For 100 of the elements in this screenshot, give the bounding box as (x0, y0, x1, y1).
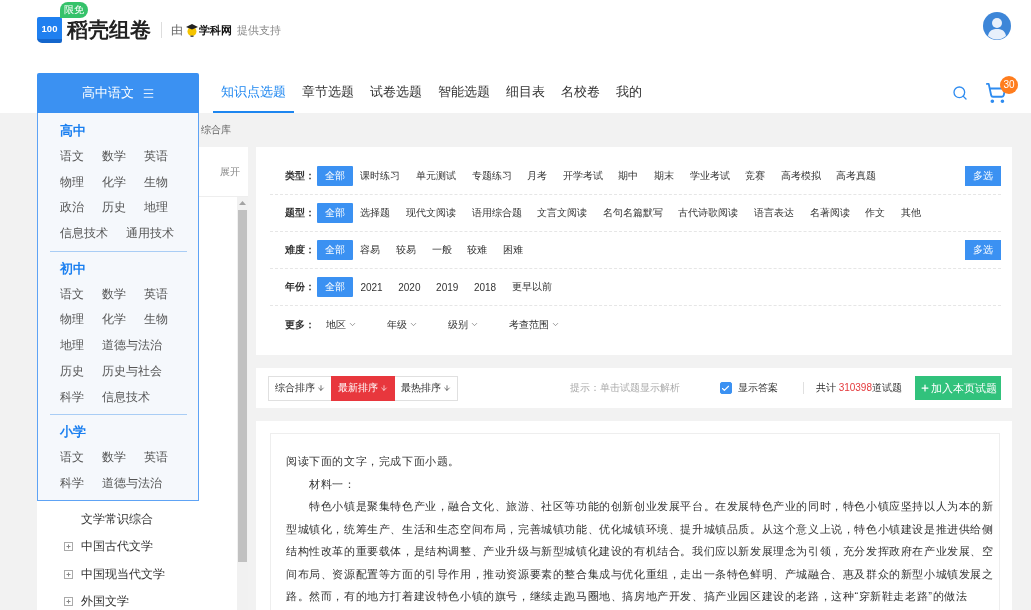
filter-option[interactable]: 2019 (428, 277, 467, 297)
nav-tab[interactable]: 名校卷 (553, 73, 608, 113)
tree-item[interactable]: 文学常识综合 (81, 511, 153, 527)
material-title: 材料一： (308, 476, 357, 492)
subject-link[interactable]: 道德与法治 (102, 470, 162, 497)
plus-icon (919, 383, 930, 393)
menu-section-title: 高中 (60, 122, 86, 140)
filter-option[interactable]: 较难 (459, 240, 495, 260)
plus-square-icon[interactable] (64, 542, 73, 551)
filter-option[interactable]: 月考 (519, 166, 555, 186)
filter-option[interactable]: 容易 (352, 240, 389, 260)
filter-option[interactable]: 2018 (466, 277, 504, 297)
filter-option[interactable]: 单元测试 (408, 166, 464, 186)
show-answer-label[interactable]: 显示答案 (737, 381, 778, 395)
bulb-icon (186, 23, 198, 37)
filter-label: 类型： (285, 169, 315, 183)
filter-option[interactable]: 现代文阅读 (398, 203, 464, 223)
subject-link[interactable]: 地理 (144, 195, 168, 221)
scroll-up-arrow-icon[interactable] (239, 201, 246, 205)
subject-link[interactable]: 信息技术 (102, 384, 150, 411)
search-icon[interactable] (952, 85, 968, 101)
nav-tab[interactable]: 细目表 (498, 73, 553, 113)
nav-tab[interactable]: 知识点选题 (213, 73, 294, 113)
subject-link[interactable]: 生物 (144, 307, 168, 333)
expand-toggle[interactable]: 展开 (220, 164, 240, 179)
filter-option[interactable]: 专题练习 (463, 166, 520, 186)
filter-option[interactable]: 一般 (423, 240, 460, 260)
plus-square-icon[interactable] (64, 569, 73, 579)
filter-dropdown[interactable]: 年级 (387, 317, 418, 332)
subject-link[interactable]: 数学 (102, 281, 126, 308)
subject-link[interactable]: 化学 (102, 307, 126, 333)
filter-option[interactable]: 文言文阅读 (529, 203, 595, 223)
filter-label: 年份： (285, 280, 315, 294)
filter-option[interactable]: 学业考试 (681, 166, 738, 186)
filter-dropdown[interactable]: 级别 (448, 317, 479, 332)
sort-button[interactable]: 综合排序 (268, 375, 332, 401)
filter-option[interactable]: 困难 (494, 240, 531, 260)
filter-option[interactable]: 语言表达 (746, 203, 802, 223)
filter-option[interactable]: 2021 (352, 277, 391, 297)
filter-option[interactable]: 期末 (646, 166, 682, 186)
filter-option[interactable]: 2020 (390, 277, 429, 297)
arrow-down-icon (317, 384, 325, 392)
brand-name: 稻壳组卷 (67, 17, 151, 43)
scrollbar-track[interactable] (237, 197, 248, 610)
subject-link[interactable]: 英语 (144, 143, 168, 170)
nav-tab[interactable]: 试卷选题 (362, 73, 430, 113)
chevron-down-icon (551, 320, 560, 329)
nav-tab[interactable]: 智能选题 (430, 73, 498, 113)
filter-option[interactable]: 选择题 (352, 203, 399, 223)
subject-link[interactable]: 英语 (144, 281, 168, 308)
subject-link[interactable]: 语文 (60, 143, 84, 170)
filter-option[interactable]: 名句名篇默写 (594, 203, 671, 223)
subject-link[interactable]: 数学 (102, 143, 126, 170)
filter-option[interactable]: 开学考试 (554, 166, 611, 186)
hint-text: 提示：单击试题显示解析 (569, 381, 680, 395)
subject-link[interactable]: 物理 (60, 307, 84, 333)
filter-dropdown[interactable]: 地区 (326, 317, 357, 332)
scrollbar-thumb[interactable] (238, 210, 247, 562)
filter-option[interactable]: 名著阅读 (801, 203, 858, 223)
tree-item[interactable]: 中国现当代文学 (64, 566, 165, 582)
subject-link[interactable]: 数学 (102, 445, 126, 471)
breadcrumb-text[interactable]: 综合库 (201, 123, 231, 137)
filter-dropdown[interactable]: 考查范围 (509, 317, 560, 332)
subject-link[interactable]: 生物 (144, 169, 168, 196)
subject-link[interactable]: 语文 (60, 445, 84, 471)
subject-link[interactable]: 物理 (60, 169, 84, 196)
filter-option[interactable]: 期中 (610, 166, 647, 186)
subject-link[interactable]: 信息技术 (60, 221, 108, 247)
arrow-down-icon (380, 384, 388, 392)
subject-link[interactable]: 历史与社会 (102, 358, 162, 385)
tree-item[interactable]: 外国文学 (64, 593, 129, 610)
nav-tab[interactable]: 我的 (608, 73, 650, 113)
filter-option[interactable]: 课时练习 (352, 166, 409, 186)
subject-link[interactable]: 英语 (144, 445, 168, 471)
sort-button[interactable]: 最新排序 (331, 375, 395, 401)
subject-link[interactable]: 历史 (102, 195, 126, 221)
filter-option[interactable]: 高考模拟 (772, 166, 829, 186)
checkbox[interactable] (719, 382, 732, 394)
filter-option[interactable]: 更早以前 (503, 277, 560, 297)
subject-link[interactable]: 地理 (60, 333, 84, 359)
subject-link[interactable]: 历史 (60, 358, 84, 385)
subject-link[interactable]: 化学 (102, 169, 126, 196)
nav-tab[interactable]: 章节选题 (294, 73, 362, 113)
sort-button[interactable]: 最热排序 (394, 375, 458, 401)
subject-link[interactable]: 语文 (60, 281, 84, 308)
tree-item[interactable]: 中国古代文学 (64, 538, 153, 555)
subject-link[interactable]: 通用技术 (126, 221, 174, 247)
filter-option[interactable]: 其他 (892, 203, 929, 223)
subject-link[interactable]: 科学 (60, 470, 84, 497)
filter-option[interactable]: 作文 (857, 203, 893, 223)
plus-square-icon[interactable] (64, 597, 73, 606)
filter-option[interactable]: 语用综合题 (463, 203, 530, 223)
filter-option[interactable]: 竞赛 (737, 166, 773, 186)
filter-option[interactable]: 高考真题 (828, 166, 885, 186)
subject-link[interactable]: 科学 (60, 384, 84, 411)
filter-option[interactable]: 古代诗歌阅读 (670, 203, 747, 223)
filter-option[interactable]: 较易 (388, 240, 424, 260)
subject-link[interactable]: 政治 (60, 195, 84, 221)
avatar-icon[interactable] (983, 12, 1011, 40)
subject-link[interactable]: 道德与法治 (102, 333, 162, 359)
